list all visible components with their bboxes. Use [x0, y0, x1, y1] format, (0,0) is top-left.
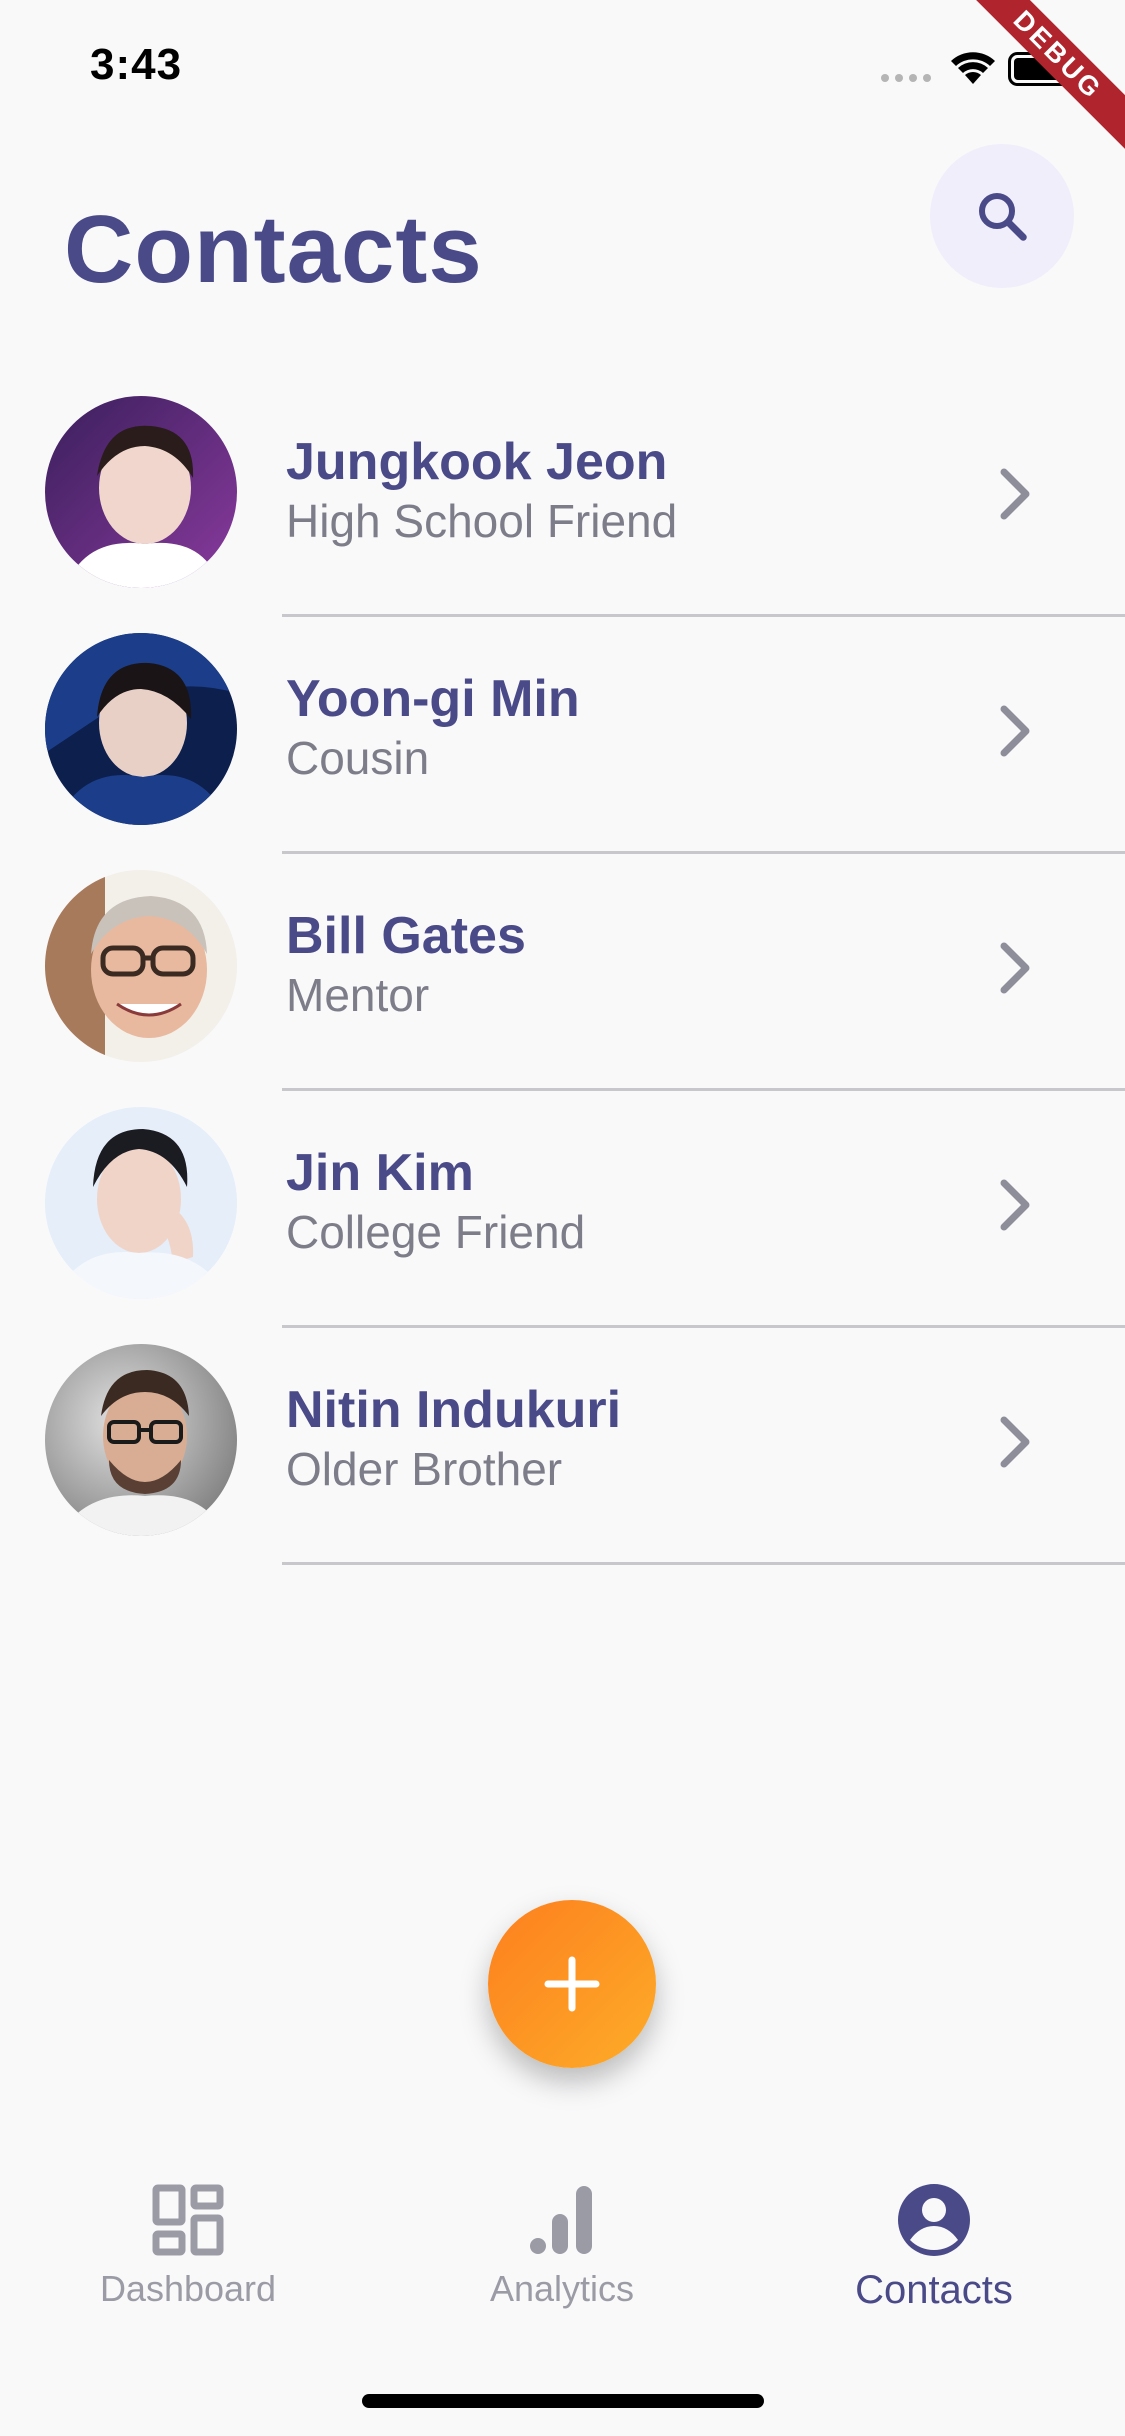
- bottom-nav: Dashboard Analytics Contacts: [0, 2160, 1125, 2312]
- contact-name: Nitin Indukuri: [286, 1381, 622, 1439]
- contact-row[interactable]: Jin Kim College Friend: [0, 1091, 1125, 1328]
- contact-info: Jin Kim College Friend: [286, 1143, 585, 1261]
- contact-relation: Mentor: [286, 969, 430, 1021]
- avatar: [45, 633, 237, 825]
- add-contact-button[interactable]: [488, 1900, 656, 2068]
- contact-info: Bill Gates Mentor: [286, 906, 526, 1024]
- chevron-right-icon: [1000, 1416, 1030, 1468]
- status-bar: 3:43: [0, 0, 1125, 132]
- home-indicator[interactable]: [362, 2394, 764, 2408]
- nav-label: Dashboard: [99, 2268, 277, 2309]
- contact-row[interactable]: Nitin Indukuri Older Brother: [0, 1328, 1125, 1565]
- contact-name: Jungkook Jeon: [286, 433, 668, 491]
- chevron-right-icon: [1000, 1179, 1030, 1231]
- contact-row[interactable]: Yoon-gi Min Cousin: [0, 617, 1125, 854]
- contact-name: Jin Kim: [286, 1144, 474, 1202]
- nav-label: Contacts: [855, 2268, 1013, 2312]
- chevron-right-icon: [1000, 705, 1030, 757]
- contact-relation: College Friend: [286, 1206, 586, 1258]
- contact-row[interactable]: Bill Gates Mentor: [0, 854, 1125, 1091]
- avatar: [45, 870, 237, 1062]
- page-title: Contacts: [64, 196, 483, 303]
- chevron-right-icon: [1000, 942, 1030, 994]
- contact-row[interactable]: Jungkook Jeon High School Friend: [0, 380, 1125, 617]
- contact-info: Nitin Indukuri Older Brother: [286, 1380, 621, 1498]
- avatar: [45, 396, 237, 588]
- nav-item-analytics[interactable]: Analytics: [432, 2180, 692, 2310]
- contact-list: Jungkook Jeon High School Friend Yoon-gi…: [0, 380, 1125, 1565]
- signal-dots-icon: [881, 74, 931, 82]
- contact-name: Yoon-gi Min: [286, 670, 580, 728]
- contact-name: Bill Gates: [286, 907, 526, 965]
- divider: [282, 1562, 1125, 1565]
- wifi-icon: [951, 52, 995, 84]
- search-button[interactable]: [930, 144, 1074, 288]
- account-circle-icon: [898, 2184, 970, 2256]
- contact-info: Jungkook Jeon High School Friend: [286, 432, 677, 550]
- contact-relation: High School Friend: [286, 495, 678, 547]
- search-icon: [979, 193, 1027, 241]
- plus-icon: [544, 1956, 600, 2012]
- status-time: 3:43: [90, 40, 183, 89]
- contact-info: Yoon-gi Min Cousin: [286, 669, 580, 787]
- analytics-icon: [530, 2186, 592, 2254]
- contact-relation: Cousin: [286, 732, 430, 784]
- contact-relation: Older Brother: [286, 1443, 563, 1495]
- nav-item-contacts[interactable]: Contacts: [804, 2180, 1064, 2313]
- nav-label: Analytics: [489, 2268, 635, 2309]
- nav-item-dashboard[interactable]: Dashboard: [58, 2180, 318, 2310]
- avatar: [45, 1107, 237, 1299]
- dashboard-icon: [152, 2184, 224, 2256]
- chevron-right-icon: [1000, 468, 1030, 520]
- avatar: [45, 1344, 237, 1536]
